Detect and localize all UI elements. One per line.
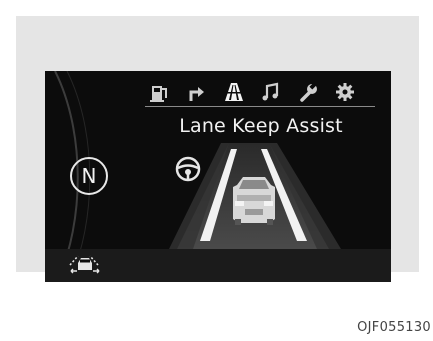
car-icon: [233, 177, 275, 225]
wrench-icon[interactable]: [296, 80, 320, 104]
turn-arrow-icon[interactable]: [185, 80, 209, 104]
music-note-icon[interactable]: [259, 80, 283, 104]
cluster-display: Lane Keep Assist N: [45, 71, 391, 282]
screen-title: Lane Keep Assist: [179, 115, 343, 137]
bottom-bar: [45, 249, 391, 282]
lane-icon[interactable]: [222, 80, 246, 104]
gear-icon[interactable]: [333, 80, 357, 104]
menu-tabs: [145, 80, 375, 106]
fuel-pump-icon[interactable]: [148, 80, 172, 104]
figure-code: OJF055130: [357, 320, 431, 335]
tab-divider: [145, 106, 375, 107]
gear-indicator: N: [70, 157, 108, 195]
steering-wheel-icon: [175, 156, 201, 182]
